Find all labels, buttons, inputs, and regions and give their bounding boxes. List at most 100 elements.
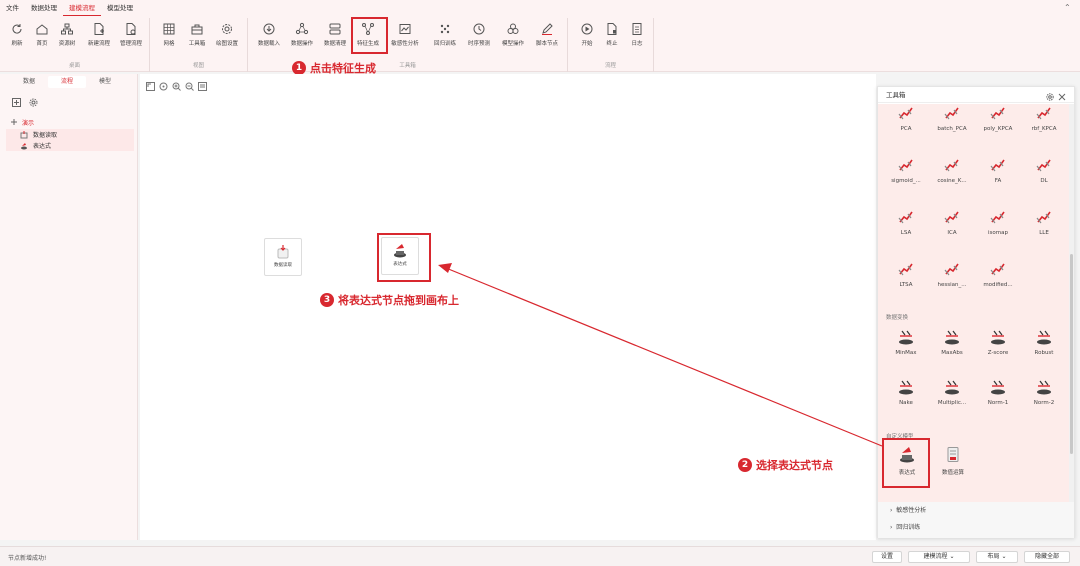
- toolbox-scrollbar[interactable]: [1069, 104, 1074, 502]
- tab-flow[interactable]: 流程: [48, 76, 86, 88]
- tree-item-data-read[interactable]: 数据读取: [6, 129, 134, 140]
- transform-tool-icon: [991, 330, 1005, 345]
- scrollbar-thumb[interactable]: [1070, 254, 1073, 454]
- tool-norm-2[interactable]: Norm-2: [1021, 378, 1067, 420]
- tab-data[interactable]: 数据: [10, 76, 48, 88]
- tool-fa[interactable]: FA: [975, 156, 1021, 198]
- center-icon[interactable]: [159, 82, 168, 91]
- grid-button[interactable]: 网格: [154, 22, 184, 54]
- flow-dropdown[interactable]: 建模流程 ⌄: [908, 551, 970, 563]
- home-icon: [36, 24, 48, 35]
- data-load-button[interactable]: 数据载入: [254, 22, 284, 54]
- new-file-icon: [94, 23, 104, 35]
- tool-poly-kpca[interactable]: poly_KPCA: [975, 104, 1021, 146]
- canvas-toolbar: [146, 82, 207, 91]
- draw-settings-button[interactable]: 绘图设置: [212, 22, 242, 54]
- canvas-node-data-read[interactable]: 数据读取: [264, 238, 302, 276]
- time-series-button[interactable]: 时序预测: [464, 22, 494, 54]
- feature-tool-icon: [990, 159, 1005, 172]
- callout-step-2: 2 选择表达式节点: [738, 457, 833, 473]
- zoom-out-icon[interactable]: [185, 82, 194, 91]
- ribbon-toolbar: 刷新 首页 资源树 新建流程 管理流程 桌面 网格 工具箱 绘图设置 视图 数据…: [0, 16, 1080, 72]
- tab-model[interactable]: 模型: [86, 76, 124, 88]
- layout-dropdown[interactable]: 布局 ⌄: [976, 551, 1018, 563]
- data-clean-icon: [329, 23, 341, 35]
- model-operation-button[interactable]: 模型操作: [498, 22, 528, 54]
- flow-icon: [11, 119, 17, 125]
- gear-icon[interactable]: [1046, 91, 1054, 101]
- hide-all-button[interactable]: 隐藏全部: [1024, 551, 1070, 563]
- transform-tool-icon: [945, 380, 959, 395]
- tool-ica[interactable]: ICA: [929, 208, 975, 250]
- left-toolbar: [0, 90, 137, 115]
- gear-icon: [222, 24, 232, 34]
- numeric-operation-icon: [947, 447, 959, 462]
- grid-icon: [163, 23, 175, 35]
- feature-tool-icon: [990, 107, 1005, 120]
- flow-canvas[interactable]: 数据读取 表达式 3 将表达式节点拖到画布上 2 选择表达式节点: [140, 74, 876, 540]
- feature-tool-icon: [1036, 107, 1051, 120]
- tool-robust[interactable]: Robust: [1021, 328, 1067, 370]
- tool-rbf-kpca[interactable]: rbf_KPCA: [1021, 104, 1067, 146]
- close-icon[interactable]: [1058, 91, 1066, 101]
- data-operation-button[interactable]: 数据操作: [287, 22, 317, 54]
- menu-data-processing[interactable]: 数据处理: [25, 0, 63, 16]
- status-message: 节点新增成功!: [8, 555, 47, 562]
- tool-maxabs[interactable]: MaxAbs: [929, 328, 975, 370]
- new-flow-button[interactable]: 新建流程: [84, 22, 114, 54]
- feature-tool-icon: [1036, 211, 1051, 224]
- tool-isomap[interactable]: isomap: [975, 208, 1021, 250]
- regression-training-button[interactable]: 回归训练: [430, 22, 460, 54]
- group-regression-training[interactable]: › 回归训练: [878, 519, 1074, 536]
- menu-file[interactable]: 文件: [0, 0, 25, 16]
- tool-lsa[interactable]: LSA: [883, 208, 929, 250]
- tool-dl[interactable]: DL: [1021, 156, 1067, 198]
- tool-minmax[interactable]: MinMax: [883, 328, 929, 370]
- manage-flow-button[interactable]: 管理流程: [116, 22, 146, 54]
- settings-icon[interactable]: [29, 98, 38, 107]
- log-button[interactable]: 日志: [622, 22, 652, 54]
- script-node-button[interactable]: 脚本节点: [532, 22, 562, 54]
- feature-tool-icon: [898, 263, 913, 276]
- tool-cosine[interactable]: cosine_K...: [929, 156, 975, 198]
- tool-nake[interactable]: Nake: [883, 378, 929, 420]
- resource-tree-button[interactable]: 资源树: [52, 22, 82, 54]
- feature-tool-icon: [944, 211, 959, 224]
- settings-button[interactable]: 设置: [872, 551, 902, 563]
- tool-norm-1[interactable]: Norm-1: [975, 378, 1021, 420]
- transform-tool-icon: [991, 380, 1005, 395]
- ribbon-group-desktop: 刷新 首页 资源树 新建流程 管理流程 桌面: [0, 18, 150, 72]
- toolbox-button[interactable]: 工具箱: [182, 22, 212, 54]
- refresh-icon: [12, 24, 22, 34]
- data-cleaning-button[interactable]: 数据清理: [320, 22, 350, 54]
- tree-item-expression[interactable]: 表达式: [6, 140, 134, 151]
- menu-model-processing[interactable]: 模型处理: [101, 0, 139, 16]
- fit-view-icon[interactable]: [146, 82, 155, 91]
- tool-zscore[interactable]: Z-score: [975, 328, 1021, 370]
- collapse-ribbon-icon[interactable]: ⌃: [1064, 4, 1072, 12]
- tool-batch-pca[interactable]: batch_PCA: [929, 104, 975, 146]
- zoom-in-icon[interactable]: [172, 82, 181, 91]
- tool-hessian[interactable]: hessian_...: [929, 260, 975, 302]
- feature-tool-icon: [944, 263, 959, 276]
- tool-numeric-operation[interactable]: 数值运算: [930, 446, 976, 488]
- log-icon: [632, 23, 642, 35]
- callout-step-3: 3 将表达式节点拖到画布上: [320, 292, 459, 308]
- add-icon[interactable]: [12, 98, 21, 107]
- tool-multiplic[interactable]: Multiplic...: [929, 378, 975, 420]
- tool-pca[interactable]: PCA: [883, 104, 929, 146]
- data-read-icon: [277, 245, 289, 259]
- tool-modified[interactable]: modified...: [975, 260, 1021, 302]
- tree-root-demo[interactable]: 演示: [0, 115, 137, 129]
- tool-lle[interactable]: LLE: [1021, 208, 1067, 250]
- tool-sigmoid[interactable]: sigmoid_...: [883, 156, 929, 198]
- sensitivity-analysis-button[interactable]: 敏感性分析: [390, 22, 420, 54]
- file-icon: [126, 23, 136, 35]
- minimap-icon[interactable]: [198, 82, 207, 91]
- chart-window-icon: [399, 24, 411, 34]
- tool-ltsa[interactable]: LTSA: [883, 260, 929, 302]
- menu-bar: 文件 数据处理 建模流程 模型处理 ⌃: [0, 0, 1080, 16]
- menu-modeling-flow[interactable]: 建模流程: [63, 0, 101, 16]
- highlight-feature-generation: [351, 17, 388, 54]
- group-sensitivity-analysis[interactable]: › 敏感性分析: [878, 502, 1074, 519]
